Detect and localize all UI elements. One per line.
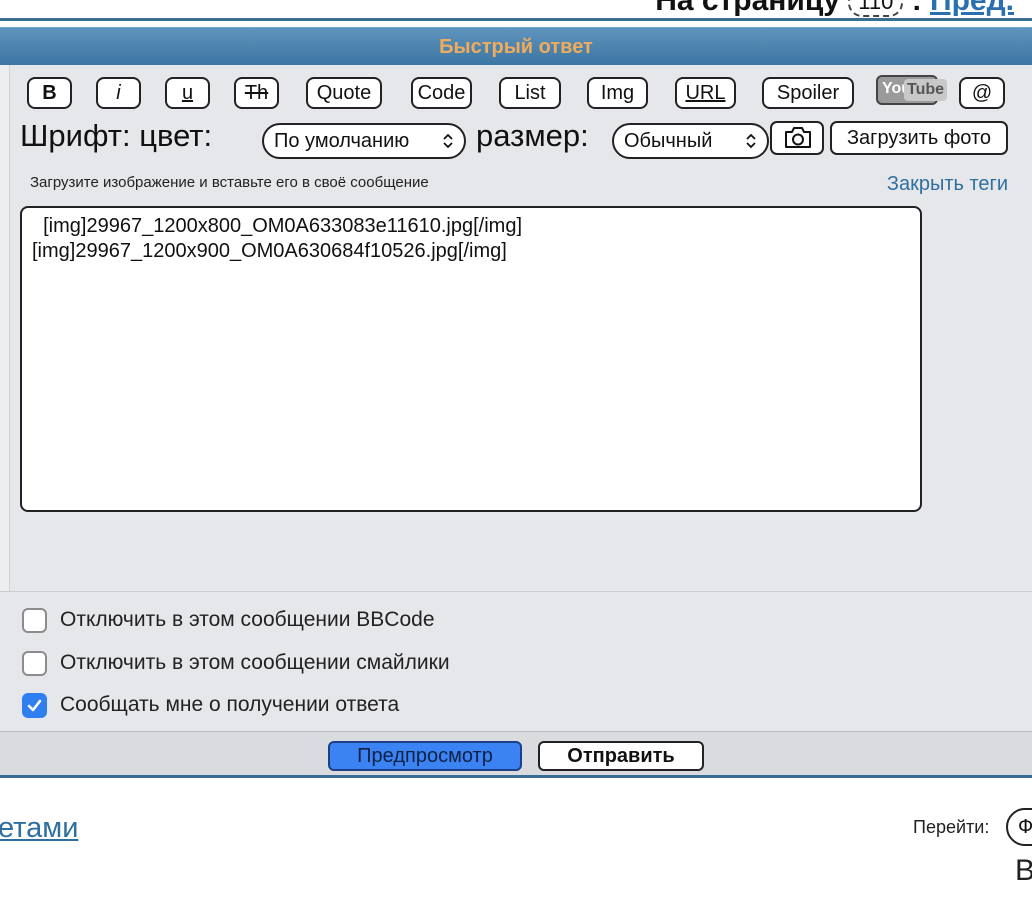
camera-icon: [785, 127, 811, 148]
list-button[interactable]: List: [499, 77, 561, 109]
youtube-button[interactable]: You Tube: [876, 75, 948, 105]
quick-reply-header: Быстрый ответ: [0, 27, 1032, 65]
message-textarea[interactable]: [img]29967_1200x800_OM0A633083e11610.jpg…: [20, 206, 922, 512]
notify-reply-checkbox[interactable]: [22, 692, 47, 718]
youtube-logo-tube: Tube: [904, 79, 948, 101]
disable-bbcode-checkbox[interactable]: [22, 607, 47, 633]
goto-select[interactable]: Ф: [1006, 808, 1032, 846]
reply-panel: B i u Th Quote Code List Img URL Spoiler…: [0, 65, 1032, 591]
disable-smilies-checkbox[interactable]: [22, 650, 47, 676]
post-options: Отключить в этом сообщении BBCode Отключ…: [0, 591, 1032, 731]
img-button[interactable]: Img: [587, 77, 648, 109]
option-label: Сообщать мне о получении ответа: [60, 693, 400, 716]
chevron-updown-icon: [443, 133, 453, 149]
italic-button[interactable]: i: [96, 77, 141, 109]
chevron-updown-icon: [746, 133, 756, 149]
page-number-box[interactable]: 110: [848, 0, 904, 18]
checkmark-icon: [27, 699, 42, 711]
close-tags-link[interactable]: Закрыть теги: [887, 173, 1008, 196]
page-nav: На страницу 110 : Пред.: [655, 0, 1014, 18]
footer-link[interactable]: етами: [0, 812, 78, 845]
goto-label: Перейти:: [913, 817, 990, 837]
footer-trailing-text: В: [1015, 854, 1032, 887]
quote-button[interactable]: Quote: [306, 77, 382, 109]
underline-button[interactable]: u: [165, 77, 210, 109]
upload-photo-button[interactable]: Загрузить фото: [830, 121, 1008, 155]
bold-button[interactable]: B: [27, 77, 72, 109]
upload-hint: Загрузите изображение и вставьте его в с…: [30, 174, 429, 191]
page-nav-strip: На страницу 110 : Пред.: [0, 0, 1032, 18]
panel-left-edge: [0, 65, 10, 591]
option-label: Отключить в этом сообщении BBCode: [60, 608, 435, 631]
option-label: Отключить в этом сообщении смайлики: [60, 651, 450, 674]
code-button[interactable]: Code: [411, 77, 472, 109]
font-size-value: Обычный: [624, 130, 713, 152]
font-color-select[interactable]: По умолчанию: [262, 123, 466, 159]
mention-button[interactable]: @: [959, 77, 1005, 109]
font-size-label: размер:: [476, 118, 589, 153]
font-size-select[interactable]: Обычный: [612, 123, 769, 159]
url-button[interactable]: URL: [675, 77, 736, 109]
header-divider: [0, 18, 1032, 21]
page-nav-label: На страницу: [655, 0, 840, 17]
font-color-value: По умолчанию: [274, 130, 410, 152]
camera-button[interactable]: [770, 121, 824, 155]
font-color-label: Шрифт: цвет:: [20, 118, 213, 153]
spoiler-button[interactable]: Spoiler: [762, 77, 854, 109]
option-disable-smilies[interactable]: Отключить в этом сообщении смайлики: [22, 649, 450, 677]
option-notify-reply[interactable]: Сообщать мне о получении ответа: [22, 691, 399, 719]
footer-divider: [0, 775, 1032, 778]
quick-reply-title: Быстрый ответ: [439, 36, 593, 58]
preview-button[interactable]: Предпросмотр: [328, 741, 522, 771]
send-button[interactable]: Отправить: [538, 741, 704, 771]
action-bar: Предпросмотр Отправить: [0, 731, 1032, 775]
prev-page-link[interactable]: Пред.: [930, 0, 1014, 17]
option-disable-bbcode[interactable]: Отключить в этом сообщении BBCode: [22, 606, 435, 634]
strikethrough-button[interactable]: Th: [234, 77, 279, 109]
